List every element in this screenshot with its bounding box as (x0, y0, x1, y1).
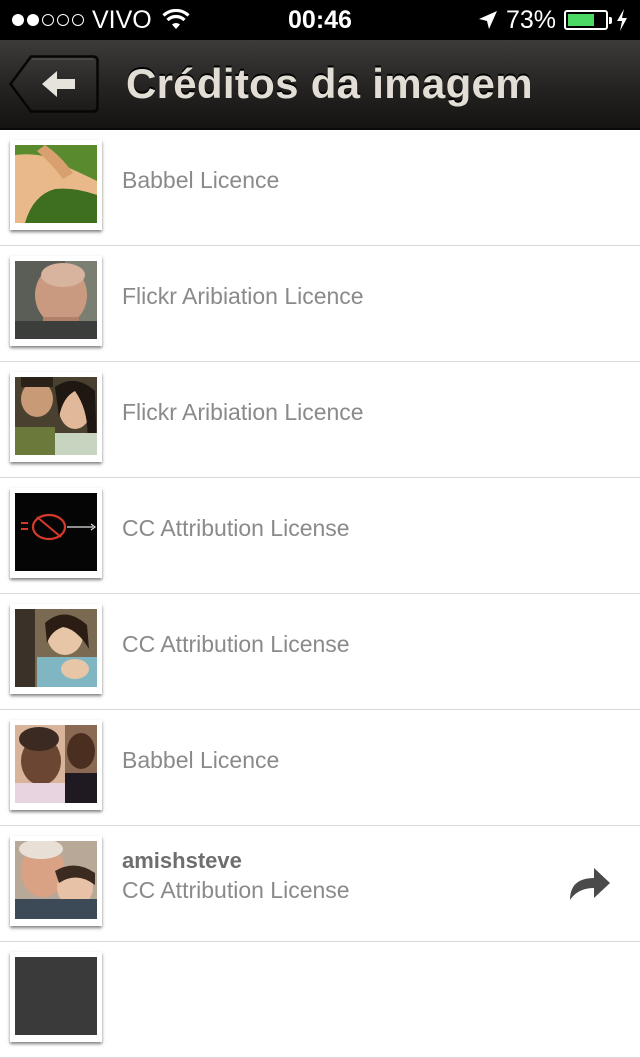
license-label: CC Attribution License (122, 631, 350, 657)
charging-bolt-icon (617, 9, 627, 31)
battery-percentage: 73% (505, 5, 556, 34)
status-bar: VIVO 00:46 73% (0, 0, 640, 40)
list-item[interactable]: Babbel Licence (0, 710, 640, 826)
list-item[interactable] (0, 942, 640, 1058)
license-label: Babbel Licence (122, 167, 280, 193)
list-item[interactable]: Flickr Aribiation Licence (0, 246, 640, 362)
list-item[interactable]: CC Attribution License (0, 594, 640, 710)
thumbnail (10, 488, 102, 578)
credits-list: Babbel Licence Flickr Aribiation Licence (0, 130, 640, 1058)
back-button[interactable] (9, 55, 99, 113)
location-arrow-icon (478, 11, 497, 29)
license-label: CC Attribution License (122, 877, 350, 903)
list-item[interactable]: Flickr Aribiation Licence (0, 362, 640, 478)
list-item[interactable]: Babbel Licence (0, 130, 640, 246)
thumbnail (10, 952, 102, 1042)
thumbnail (10, 720, 102, 810)
list-item[interactable]: CC Attribution License (0, 478, 640, 594)
page-title: Créditos da imagem (126, 60, 533, 107)
license-label: Flickr Aribiation Licence (122, 283, 364, 309)
author-name: amishsteve (122, 848, 242, 873)
license-label: CC Attribution License (122, 515, 350, 541)
thumbnail (10, 604, 102, 694)
navigation-bar: Créditos da imagem (0, 40, 640, 130)
license-label: Flickr Aribiation Licence (122, 399, 364, 425)
thumbnail (10, 372, 102, 462)
thumbnail (10, 140, 102, 230)
thumbnail (10, 256, 102, 346)
list-item[interactable]: amishsteve CC Attribution License (0, 826, 640, 942)
battery-icon (564, 10, 612, 30)
share-arrow-icon[interactable] (568, 866, 612, 902)
license-label: Babbel Licence (122, 747, 280, 773)
thumbnail (10, 836, 102, 926)
